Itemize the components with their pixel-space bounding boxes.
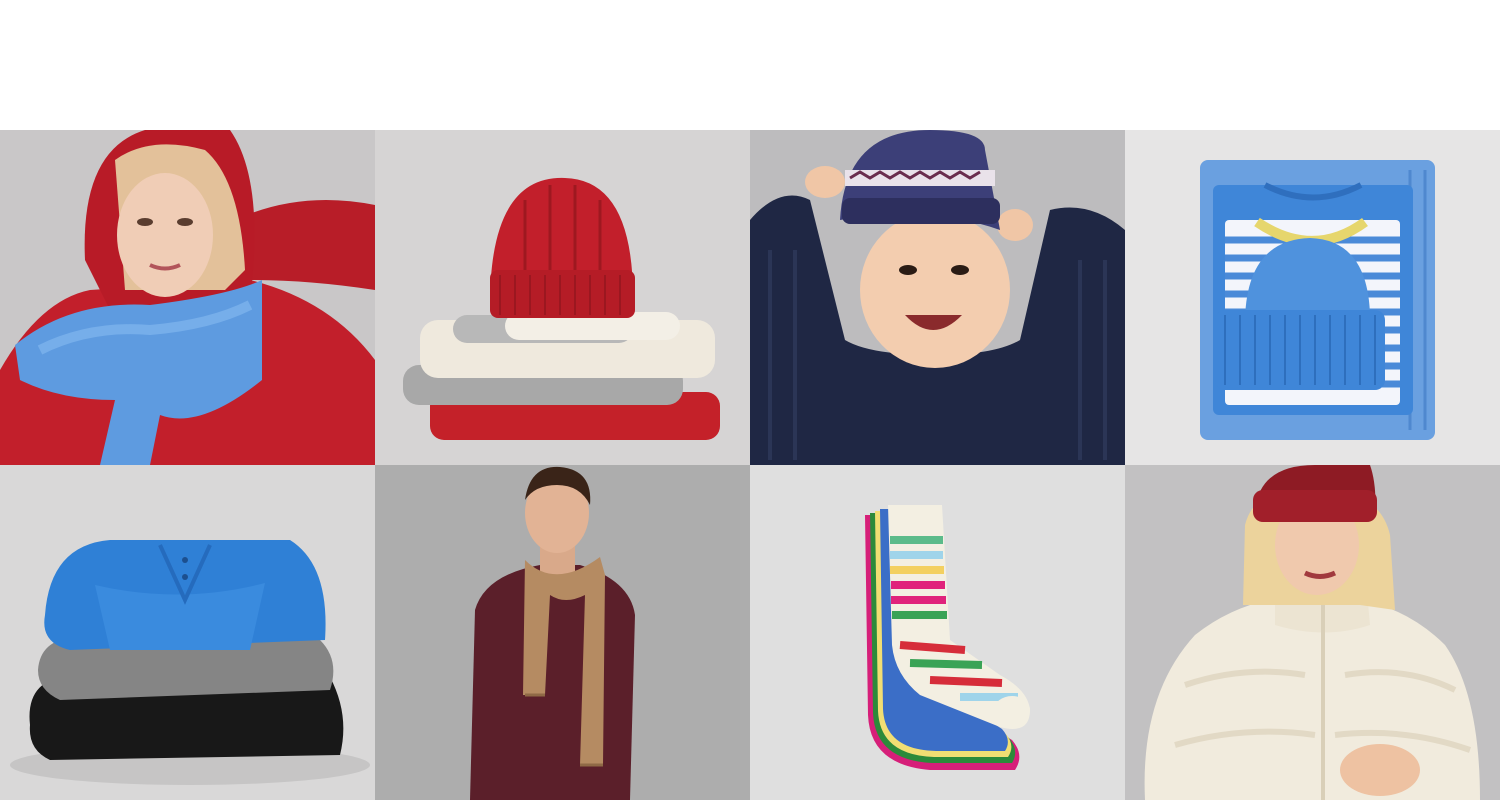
top-blank-banner [0, 0, 1500, 130]
child-sherpa-jacket-image [1125, 465, 1500, 800]
tile-child-navy-sweater[interactable] [750, 130, 1125, 465]
tile-red-cable-beanie-stack[interactable] [375, 130, 750, 465]
woman-red-hoodie-image [0, 130, 375, 465]
tile-woman-red-hoodie[interactable] [0, 130, 375, 465]
folded-sweaters-image [0, 465, 375, 800]
child-navy-sweater-image [750, 130, 1125, 465]
tile-folded-sweaters[interactable] [0, 465, 375, 800]
red-cable-beanie-stack-image [375, 130, 750, 465]
blue-folded-knits-image [1125, 130, 1500, 465]
striped-socks-image [750, 465, 1125, 800]
product-image-grid [0, 130, 1500, 800]
man-burgundy-sweater-image [375, 465, 750, 800]
tile-striped-socks[interactable] [750, 465, 1125, 800]
tile-blue-folded-knits[interactable] [1125, 130, 1500, 465]
tile-man-burgundy-sweater[interactable] [375, 465, 750, 800]
tile-child-sherpa-jacket[interactable] [1125, 465, 1500, 800]
